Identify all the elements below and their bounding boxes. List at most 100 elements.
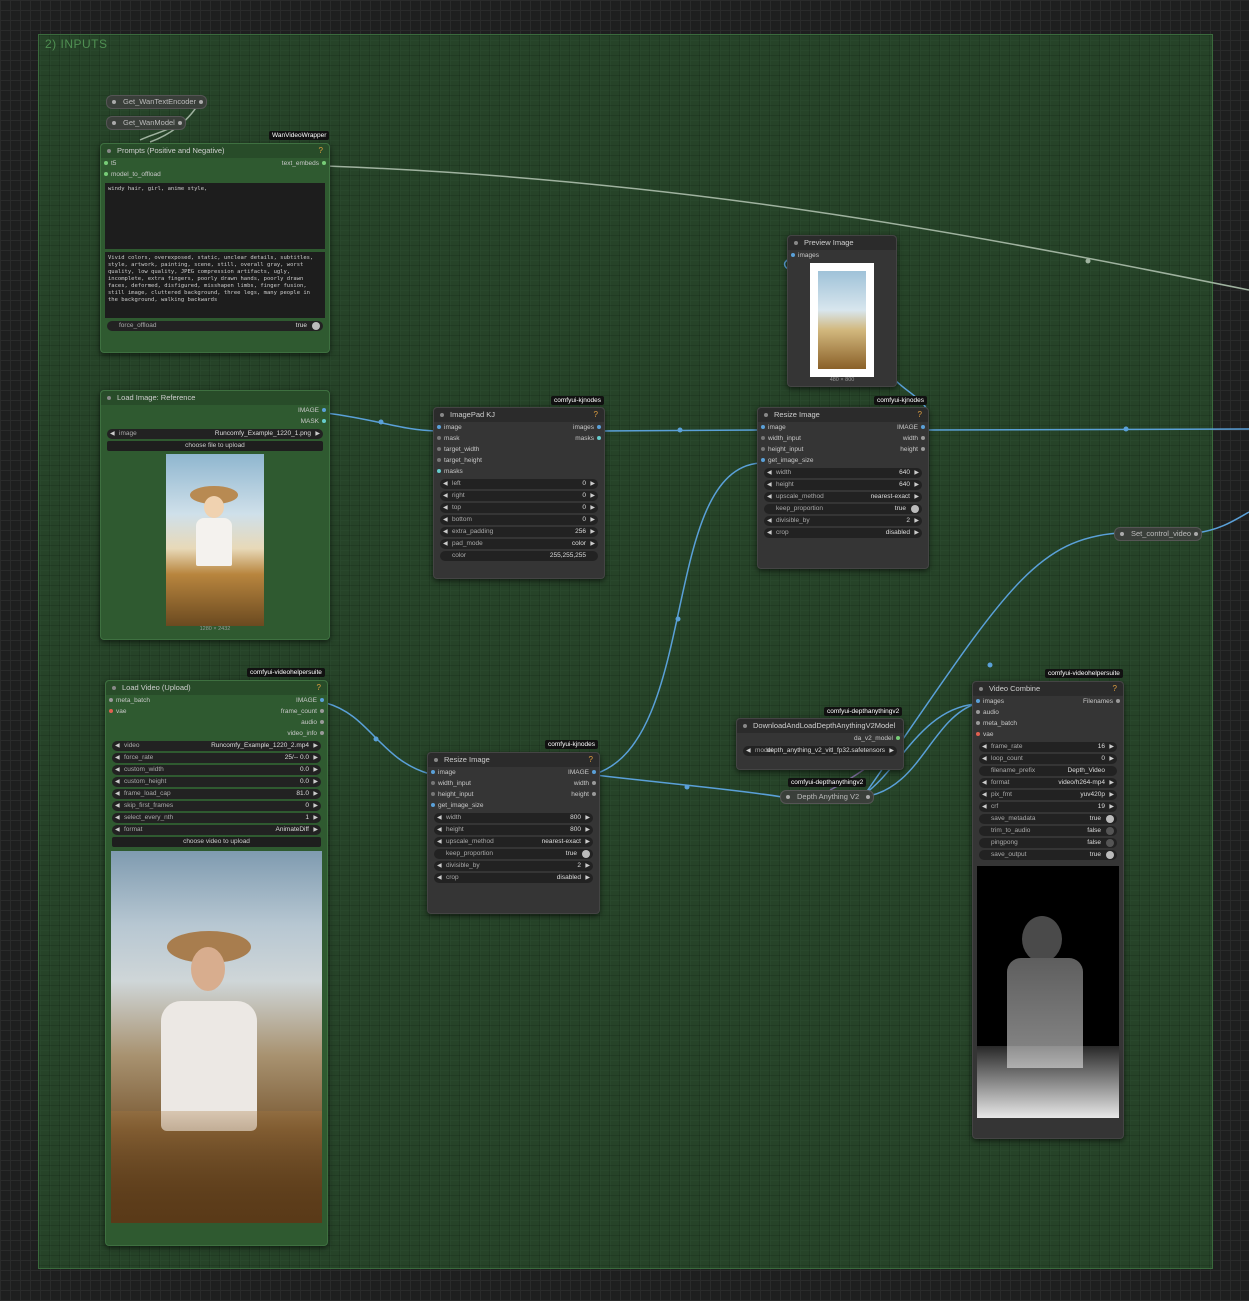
load-image-node[interactable]: Load Image: Reference IMAGE MASK ◀ image R…: [100, 390, 330, 640]
input-socket[interactable]: [761, 458, 765, 462]
input-socket[interactable]: [431, 792, 435, 796]
arrow-left-icon[interactable]: ◀: [982, 754, 987, 764]
output-socket[interactable]: [592, 792, 596, 796]
arrow-left-icon[interactable]: ◀: [443, 503, 448, 513]
arrow-left-icon[interactable]: ◀: [443, 479, 448, 489]
input-socket[interactable]: [104, 161, 108, 165]
node-title[interactable]: Load Image: Reference: [101, 391, 329, 405]
resize-image-node-2[interactable]: Resize Image? image IMAGE width_input widt…: [427, 752, 600, 914]
input-socket[interactable]: [431, 770, 435, 774]
input-socket[interactable]: [791, 253, 795, 257]
arrow-right-icon[interactable]: ▶: [313, 753, 318, 763]
force-offload-toggle[interactable]: force_offload true: [107, 321, 323, 331]
help-icon[interactable]: ?: [589, 753, 593, 767]
arrow-left-icon[interactable]: ◀: [746, 746, 751, 756]
widget-skip-first-frames[interactable]: ◀ skip_first_frames 0 ▶: [112, 801, 321, 811]
arrow-right-icon[interactable]: ▶: [1109, 742, 1114, 752]
help-icon[interactable]: ?: [918, 408, 922, 422]
arrow-left-icon[interactable]: ◀: [443, 491, 448, 501]
arrow-right-icon[interactable]: ▶: [914, 480, 919, 490]
positive-prompt-textarea[interactable]: windy hair, girl, anime style,: [105, 183, 325, 249]
get-wan-model-node[interactable]: Get_WanModel: [106, 116, 186, 130]
arrow-right-icon[interactable]: ▶: [585, 873, 590, 883]
widget-filename-prefix[interactable]: filename_prefix Depth_Video: [979, 766, 1117, 776]
arrow-right-icon[interactable]: ▶: [585, 837, 590, 847]
arrow-right-icon[interactable]: ▶: [313, 789, 318, 799]
arrow-right-icon[interactable]: ▶: [313, 801, 318, 811]
set-control-video-node[interactable]: Set_control_video: [1114, 527, 1203, 541]
widget-upscale-method[interactable]: ◀ upscale_method nearest-exact ▶: [434, 837, 593, 847]
widget-pad-mode[interactable]: ◀ pad_mode color ▶: [440, 539, 598, 549]
arrow-left-icon[interactable]: ◀: [437, 825, 442, 835]
arrow-left-icon[interactable]: ◀: [767, 528, 772, 538]
widget-keep-proportion[interactable]: keep_proportion true: [434, 849, 593, 859]
widget-crop[interactable]: ◀ crop disabled ▶: [434, 873, 593, 883]
widget-upscale-method[interactable]: ◀ upscale_method nearest-exact ▶: [764, 492, 922, 502]
output-socket[interactable]: [592, 781, 596, 785]
widget-custom-width[interactable]: ◀ custom_width 0.0 ▶: [112, 765, 321, 775]
arrow-left-icon[interactable]: ◀: [982, 778, 987, 788]
input-socket[interactable]: [761, 436, 765, 440]
arrow-right-icon[interactable]: ▶: [585, 813, 590, 823]
input-socket[interactable]: [976, 721, 980, 725]
arrow-left-icon[interactable]: ◀: [443, 515, 448, 525]
arrow-right-icon[interactable]: ▶: [313, 777, 318, 787]
arrow-right-icon[interactable]: ▶: [313, 813, 318, 823]
upload-button[interactable]: choose file to upload: [107, 441, 323, 451]
widget-select-every-nth[interactable]: ◀ select_every_nth 1 ▶: [112, 813, 321, 823]
input-socket[interactable]: [976, 732, 980, 736]
widget-model[interactable]: ◀ model depth_anything_v2_vitl_fp32.safete…: [743, 746, 897, 756]
input-socket[interactable]: [761, 425, 765, 429]
arrow-right-icon[interactable]: ▶: [1109, 778, 1114, 788]
image-select[interactable]: ◀ image Runcomfy_Example_1220_1.png ▶: [107, 429, 323, 439]
arrow-left-icon[interactable]: ◀: [115, 801, 120, 811]
arrow-right-icon[interactable]: ▶: [1109, 790, 1114, 800]
arrow-left-icon[interactable]: ◀: [443, 527, 448, 537]
arrow-right-icon[interactable]: ▶: [590, 515, 595, 525]
widget-crf[interactable]: ◀ crf 19 ▶: [979, 802, 1117, 812]
arrow-right-icon[interactable]: ▶: [313, 765, 318, 775]
input-socket[interactable]: [976, 710, 980, 714]
node-title[interactable]: Resize Image?: [428, 753, 599, 767]
widget-crop[interactable]: ◀ crop disabled ▶: [764, 528, 922, 538]
arrow-right-icon[interactable]: ▶: [590, 503, 595, 513]
node-title[interactable]: Resize Image?: [758, 408, 928, 422]
arrow-right-icon[interactable]: ▶: [914, 528, 919, 538]
widget-right[interactable]: ◀ right 0 ▶: [440, 491, 598, 501]
arrow-left-icon[interactable]: ◀: [443, 539, 448, 549]
output-socket[interactable]: [921, 425, 925, 429]
arrow-right-icon[interactable]: ▶: [313, 825, 318, 835]
arrow-right-icon[interactable]: ▶: [585, 861, 590, 871]
input-socket[interactable]: [109, 698, 113, 702]
download-depth-model-node[interactable]: DownloadAndLoadDepthAnythingV2Model da_v…: [736, 718, 904, 770]
node-title[interactable]: Video Combine?: [973, 682, 1123, 696]
arrow-left-icon[interactable]: ◀: [437, 813, 442, 823]
arrow-right-icon[interactable]: ▶: [590, 479, 595, 489]
load-video-node[interactable]: Load Video (Upload)? meta_batch IMAGE vae…: [105, 680, 328, 1246]
help-icon[interactable]: ?: [1113, 682, 1117, 696]
arrow-left-icon[interactable]: ◀: [437, 861, 442, 871]
node-title[interactable]: DownloadAndLoadDepthAnythingV2Model: [737, 719, 903, 733]
arrow-left-icon[interactable]: ◀: [767, 492, 772, 502]
output-socket[interactable]: [597, 436, 601, 440]
output-socket[interactable]: [320, 709, 324, 713]
widget-custom-height[interactable]: ◀ custom_height 0.0 ▶: [112, 777, 321, 787]
widget-video[interactable]: ◀ video Runcomfy_Example_1220_2.mp4 ▶: [112, 741, 321, 751]
widget-pix-fmt[interactable]: ◀ pix_fmt yuv420p ▶: [979, 790, 1117, 800]
preview-image-node[interactable]: Preview Image images 480 × 800: [787, 235, 897, 387]
arrow-right-icon[interactable]: ▶: [313, 741, 318, 751]
widget-frame-load-cap[interactable]: ◀ frame_load_cap 81.0 ▶: [112, 789, 321, 799]
output-socket[interactable]: [896, 736, 900, 740]
arrow-right-icon[interactable]: ▶: [315, 429, 320, 439]
arrow-right-icon[interactable]: ▶: [1109, 802, 1114, 812]
output-socket[interactable]: [921, 447, 925, 451]
widget-extra-padding[interactable]: ◀ extra_padding 256 ▶: [440, 527, 598, 537]
widget-save-metadata[interactable]: save_metadata true: [979, 814, 1117, 824]
output-socket[interactable]: [592, 770, 596, 774]
widget-force-rate[interactable]: ◀ force_rate 25/-- 0.0 ▶: [112, 753, 321, 763]
input-socket[interactable]: [437, 447, 441, 451]
imagepad-kj-node[interactable]: ImagePad KJ? image images mask masks targe…: [433, 407, 605, 579]
arrow-right-icon[interactable]: ▶: [914, 516, 919, 526]
arrow-left-icon[interactable]: ◀: [115, 789, 120, 799]
widget-height[interactable]: ◀ height 800 ▶: [434, 825, 593, 835]
